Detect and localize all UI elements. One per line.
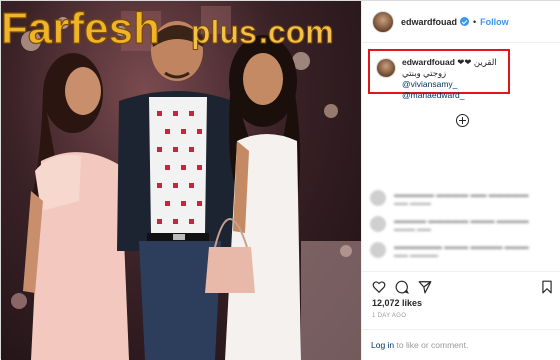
load-more-comments-icon[interactable] <box>456 114 469 127</box>
action-bar <box>362 271 560 299</box>
side-panel: edwardfouad • Follow edwardfouad القرين … <box>361 1 560 360</box>
login-prompt: Log in to like or comment. <box>362 329 560 360</box>
comment-avatar[interactable] <box>370 216 386 232</box>
instagram-post: Farfesh plus .com edwardfouad • Follow e… <box>0 0 560 360</box>
comment-text: ▬▬▬▬ ▬▬▬▬▬ ▬▬▬ ▬▬▬▬ <box>394 216 529 225</box>
watermark-domain: .com <box>259 14 334 50</box>
farfeshplus-watermark: Farfesh plus .com <box>1 3 334 53</box>
caption-username[interactable]: edwardfouad <box>402 57 455 67</box>
comment-meta: ▬▬▬ ▬▬ <box>394 226 431 233</box>
heart-icon[interactable] <box>372 280 386 294</box>
caption-highlight-box: edwardfouad القرين ❤❤ زوجتي وبنتي @vivia… <box>368 49 510 100</box>
comment-avatar[interactable] <box>370 242 386 258</box>
post-photo: Farfesh plus .com <box>1 1 361 360</box>
share-icon[interactable] <box>418 280 432 294</box>
comment-icon[interactable] <box>395 280 409 294</box>
comment-text: ▬▬▬▬▬▬ ▬▬▬ ▬▬▬▬ ▬▬▬ <box>394 242 529 251</box>
watermark-plus: plus <box>191 14 257 50</box>
list-item: ▬▬▬▬ ▬▬▬▬▬ ▬▬▬ ▬▬▬▬ ▬▬▬ ▬▬ <box>370 213 550 235</box>
comment-meta: ▬▬ ▬▬▬ <box>394 200 431 207</box>
verified-badge-icon <box>460 17 470 26</box>
comment-avatar[interactable] <box>370 190 386 206</box>
post-timestamp[interactable]: 1 DAY AGO <box>372 313 406 319</box>
comment-text: ▬▬▬▬▬ ▬▬▬▬ ▬▬ ▬▬▬▬▬ <box>394 190 529 199</box>
mention-vivian[interactable]: @viviansamy_ <box>402 79 457 89</box>
caption-text: edwardfouad القرين ❤❤ زوجتي وبنتي @vivia… <box>402 57 510 101</box>
caption-avatar[interactable] <box>376 58 396 78</box>
like-count[interactable]: 12,072 likes <box>372 298 422 308</box>
list-item: ▬▬▬▬▬▬ ▬▬▬ ▬▬▬▬ ▬▬▬ ▬▬ ▬▬▬▬ <box>370 239 550 261</box>
mention-maria[interactable]: @mariaedward_ <box>402 90 465 100</box>
list-item: ▬▬▬▬▬ ▬▬▬▬ ▬▬ ▬▬▬▬▬ ▬▬ ▬▬▬ <box>370 187 550 209</box>
login-prompt-text: to like or comment. <box>394 340 469 350</box>
header-username[interactable]: edwardfouad <box>401 17 457 27</box>
post-header: edwardfouad • Follow <box>362 1 560 43</box>
avatar[interactable] <box>372 10 394 33</box>
comment-meta: ▬▬ ▬▬▬▬ <box>394 252 438 259</box>
follow-button[interactable]: Follow <box>480 17 509 27</box>
login-link[interactable]: Log in <box>371 340 394 350</box>
watermark-brand: Farfesh <box>1 4 160 53</box>
header-separator: • <box>473 16 477 27</box>
bookmark-icon[interactable] <box>540 280 554 294</box>
